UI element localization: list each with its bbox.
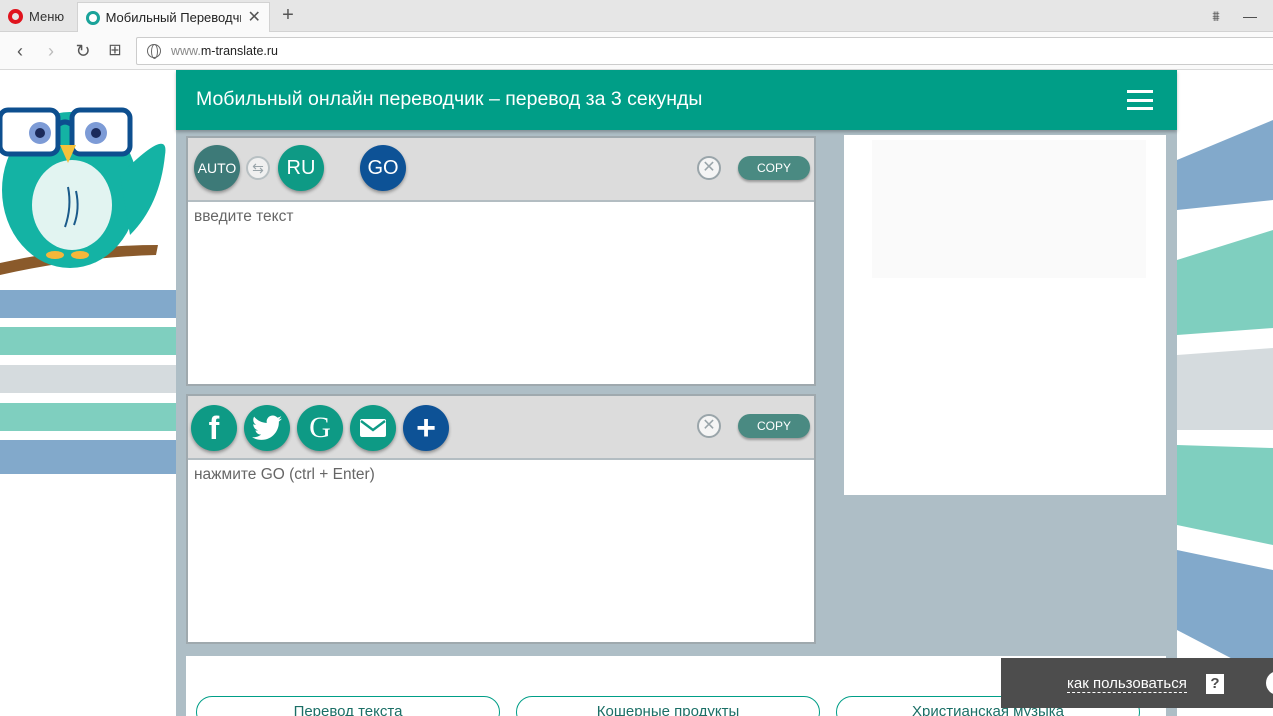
copy-source-button[interactable]: COPY — [738, 156, 810, 180]
how-to-use-link[interactable]: как пользоваться — [1067, 676, 1187, 693]
address-bar-row: ‹ › ↻ ⊞ www.m-translate.ru — [0, 32, 1273, 70]
page: Мобильный онлайн переводчик – перевод за… — [0, 70, 1273, 716]
browser-tab-bar: Меню Мобильный Переводчик ✕ + ⩩ — — [0, 0, 1273, 32]
speed-dial-icon[interactable]: ⊞ — [105, 41, 125, 61]
ad-placeholder — [872, 140, 1146, 278]
source-panel: AUTO ⇆ RU GO ✕ COPY введите текст — [186, 136, 816, 386]
decor-stripe — [0, 440, 176, 474]
source-text-input[interactable]: введите текст — [188, 200, 814, 384]
decor-background-right — [1177, 70, 1273, 716]
tab-close-icon[interactable]: ✕ — [247, 9, 261, 25]
go-translate-button[interactable]: GO — [360, 145, 406, 191]
help-question-icon[interactable]: ? — [1206, 674, 1224, 694]
email-share-icon[interactable] — [350, 405, 396, 451]
result-panel: f G + ✕ COPY нажмите GO (ctrl + Enter) — [186, 394, 816, 644]
page-title: Мобильный онлайн переводчик – перевод за… — [196, 88, 703, 110]
decor-stripe — [0, 290, 176, 318]
more-share-plus-icon[interactable]: + — [403, 405, 449, 451]
opera-logo-icon — [8, 8, 23, 24]
tab-title: Мобильный Переводчик — [105, 10, 242, 25]
target-language-button[interactable]: RU — [278, 145, 324, 191]
source-toolbar: AUTO ⇆ RU GO ✕ COPY — [188, 138, 814, 198]
ad-block — [844, 135, 1166, 495]
help-toggle-icon[interactable] — [1266, 671, 1273, 695]
result-text-output[interactable]: нажмите GO (ctrl + Enter) — [188, 458, 814, 642]
owl-mascot-image — [0, 107, 166, 275]
new-tab-button[interactable]: + — [278, 4, 298, 26]
site-favicon-icon — [86, 10, 100, 25]
site-header: Мобильный онлайн переводчик – перевод за… — [176, 70, 1177, 130]
source-language-button[interactable]: AUTO — [194, 145, 240, 191]
facebook-share-icon[interactable]: f — [191, 405, 237, 451]
tab-menu-icon[interactable]: ⩩ — [1209, 8, 1223, 25]
twitter-share-icon[interactable] — [244, 405, 290, 451]
forward-button[interactable]: › — [41, 41, 61, 61]
globe-icon — [147, 44, 161, 59]
browser-menu-button[interactable]: Меню — [8, 7, 64, 25]
browser-menu-label: Меню — [29, 8, 65, 24]
minimize-icon[interactable]: — — [1243, 8, 1257, 24]
google-share-icon[interactable]: G — [297, 405, 343, 451]
decor-stripe — [0, 365, 176, 393]
decor-stripe — [0, 403, 176, 431]
decor-stripe — [0, 327, 176, 355]
browser-tab[interactable]: Мобильный Переводчик ✕ — [77, 2, 270, 32]
how-to-use-widget[interactable]: как пользоваться ? — [1001, 658, 1273, 708]
link-kosher-products[interactable]: Кошерные продукты — [516, 696, 820, 716]
back-button[interactable]: ‹ — [10, 41, 30, 61]
url-field[interactable]: www.m-translate.ru — [136, 37, 1273, 65]
swap-languages-icon[interactable]: ⇆ — [246, 156, 270, 180]
url-text: www.m-translate.ru — [171, 44, 278, 58]
translator-main: Мобильный онлайн переводчик – перевод за… — [176, 70, 1177, 716]
copy-result-button[interactable]: COPY — [738, 414, 810, 438]
clear-source-icon[interactable]: ✕ — [697, 156, 721, 180]
reload-button[interactable]: ↻ — [73, 41, 93, 61]
result-toolbar: f G + ✕ COPY — [188, 396, 814, 456]
window-controls: ⩩ — — [1209, 0, 1273, 32]
clear-result-icon[interactable]: ✕ — [697, 414, 721, 438]
hamburger-menu-icon[interactable] — [1127, 90, 1153, 110]
link-text-translation[interactable]: Перевод текста — [196, 696, 500, 716]
